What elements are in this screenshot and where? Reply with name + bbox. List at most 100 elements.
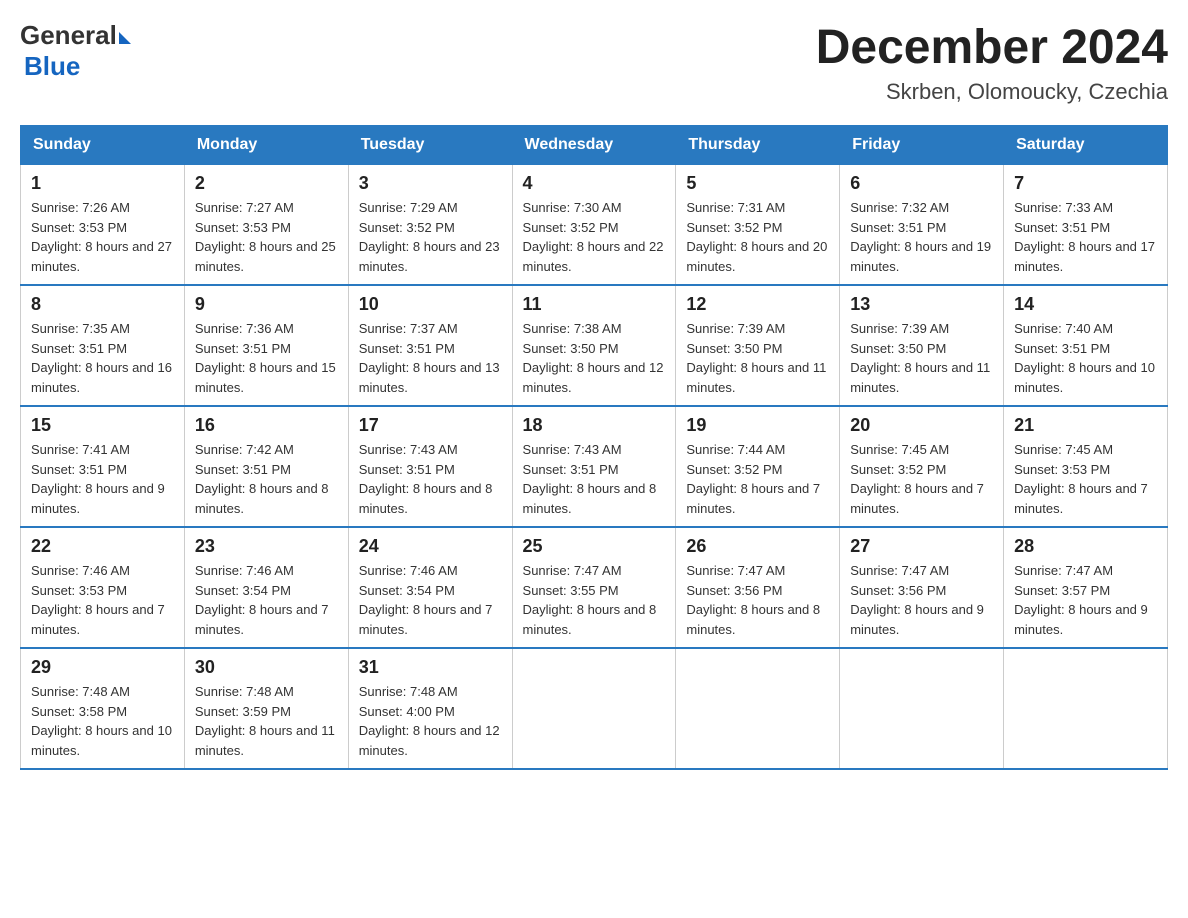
- day-info: Sunrise: 7:40 AM Sunset: 3:51 PM Dayligh…: [1014, 319, 1157, 397]
- day-info: Sunrise: 7:38 AM Sunset: 3:50 PM Dayligh…: [523, 319, 666, 397]
- logo-triangle-icon: [119, 32, 131, 44]
- day-info: Sunrise: 7:26 AM Sunset: 3:53 PM Dayligh…: [31, 198, 174, 276]
- day-info: Sunrise: 7:30 AM Sunset: 3:52 PM Dayligh…: [523, 198, 666, 276]
- day-info: Sunrise: 7:48 AM Sunset: 4:00 PM Dayligh…: [359, 682, 502, 760]
- calendar-cell: 10 Sunrise: 7:37 AM Sunset: 3:51 PM Dayl…: [348, 285, 512, 406]
- day-info: Sunrise: 7:29 AM Sunset: 3:52 PM Dayligh…: [359, 198, 502, 276]
- calendar-cell: 2 Sunrise: 7:27 AM Sunset: 3:53 PM Dayli…: [184, 165, 348, 286]
- calendar-cell: 25 Sunrise: 7:47 AM Sunset: 3:55 PM Dayl…: [512, 527, 676, 648]
- day-number: 11: [523, 294, 666, 315]
- day-number: 21: [1014, 415, 1157, 436]
- calendar-cell: 21 Sunrise: 7:45 AM Sunset: 3:53 PM Dayl…: [1004, 406, 1168, 527]
- logo-general-text: General: [20, 20, 117, 51]
- day-info: Sunrise: 7:27 AM Sunset: 3:53 PM Dayligh…: [195, 198, 338, 276]
- location-text: Skrben, Olomoucky, Czechia: [816, 79, 1168, 105]
- day-info: Sunrise: 7:46 AM Sunset: 3:53 PM Dayligh…: [31, 561, 174, 639]
- day-number: 7: [1014, 173, 1157, 194]
- calendar-cell: 12 Sunrise: 7:39 AM Sunset: 3:50 PM Dayl…: [676, 285, 840, 406]
- days-of-week-row: SundayMondayTuesdayWednesdayThursdayFrid…: [21, 126, 1168, 165]
- day-number: 10: [359, 294, 502, 315]
- day-number: 9: [195, 294, 338, 315]
- week-row-5: 29 Sunrise: 7:48 AM Sunset: 3:58 PM Dayl…: [21, 648, 1168, 769]
- calendar-cell: 17 Sunrise: 7:43 AM Sunset: 3:51 PM Dayl…: [348, 406, 512, 527]
- calendar-cell: [840, 648, 1004, 769]
- calendar-body: 1 Sunrise: 7:26 AM Sunset: 3:53 PM Dayli…: [21, 165, 1168, 770]
- day-number: 5: [686, 173, 829, 194]
- col-header-tuesday: Tuesday: [348, 126, 512, 165]
- day-number: 4: [523, 173, 666, 194]
- day-info: Sunrise: 7:37 AM Sunset: 3:51 PM Dayligh…: [359, 319, 502, 397]
- day-number: 26: [686, 536, 829, 557]
- day-info: Sunrise: 7:42 AM Sunset: 3:51 PM Dayligh…: [195, 440, 338, 518]
- day-info: Sunrise: 7:47 AM Sunset: 3:55 PM Dayligh…: [523, 561, 666, 639]
- week-row-3: 15 Sunrise: 7:41 AM Sunset: 3:51 PM Dayl…: [21, 406, 1168, 527]
- calendar-cell: 11 Sunrise: 7:38 AM Sunset: 3:50 PM Dayl…: [512, 285, 676, 406]
- day-info: Sunrise: 7:32 AM Sunset: 3:51 PM Dayligh…: [850, 198, 993, 276]
- calendar-cell: 28 Sunrise: 7:47 AM Sunset: 3:57 PM Dayl…: [1004, 527, 1168, 648]
- day-info: Sunrise: 7:47 AM Sunset: 3:56 PM Dayligh…: [686, 561, 829, 639]
- col-header-friday: Friday: [840, 126, 1004, 165]
- week-row-1: 1 Sunrise: 7:26 AM Sunset: 3:53 PM Dayli…: [21, 165, 1168, 286]
- calendar-cell: [676, 648, 840, 769]
- day-info: Sunrise: 7:45 AM Sunset: 3:52 PM Dayligh…: [850, 440, 993, 518]
- calendar-cell: 14 Sunrise: 7:40 AM Sunset: 3:51 PM Dayl…: [1004, 285, 1168, 406]
- calendar-cell: 20 Sunrise: 7:45 AM Sunset: 3:52 PM Dayl…: [840, 406, 1004, 527]
- day-info: Sunrise: 7:31 AM Sunset: 3:52 PM Dayligh…: [686, 198, 829, 276]
- calendar-table: SundayMondayTuesdayWednesdayThursdayFrid…: [20, 125, 1168, 770]
- calendar-cell: 4 Sunrise: 7:30 AM Sunset: 3:52 PM Dayli…: [512, 165, 676, 286]
- day-number: 27: [850, 536, 993, 557]
- day-info: Sunrise: 7:47 AM Sunset: 3:56 PM Dayligh…: [850, 561, 993, 639]
- col-header-wednesday: Wednesday: [512, 126, 676, 165]
- calendar-cell: 19 Sunrise: 7:44 AM Sunset: 3:52 PM Dayl…: [676, 406, 840, 527]
- day-number: 3: [359, 173, 502, 194]
- day-number: 18: [523, 415, 666, 436]
- day-info: Sunrise: 7:39 AM Sunset: 3:50 PM Dayligh…: [850, 319, 993, 397]
- day-number: 22: [31, 536, 174, 557]
- day-info: Sunrise: 7:33 AM Sunset: 3:51 PM Dayligh…: [1014, 198, 1157, 276]
- day-number: 20: [850, 415, 993, 436]
- calendar-cell: 8 Sunrise: 7:35 AM Sunset: 3:51 PM Dayli…: [21, 285, 185, 406]
- calendar-cell: 9 Sunrise: 7:36 AM Sunset: 3:51 PM Dayli…: [184, 285, 348, 406]
- month-title: December 2024: [816, 20, 1168, 75]
- day-number: 14: [1014, 294, 1157, 315]
- col-header-monday: Monday: [184, 126, 348, 165]
- day-info: Sunrise: 7:45 AM Sunset: 3:53 PM Dayligh…: [1014, 440, 1157, 518]
- day-number: 2: [195, 173, 338, 194]
- day-info: Sunrise: 7:47 AM Sunset: 3:57 PM Dayligh…: [1014, 561, 1157, 639]
- day-info: Sunrise: 7:36 AM Sunset: 3:51 PM Dayligh…: [195, 319, 338, 397]
- day-number: 30: [195, 657, 338, 678]
- day-number: 28: [1014, 536, 1157, 557]
- week-row-2: 8 Sunrise: 7:35 AM Sunset: 3:51 PM Dayli…: [21, 285, 1168, 406]
- calendar-cell: 31 Sunrise: 7:48 AM Sunset: 4:00 PM Dayl…: [348, 648, 512, 769]
- title-section: December 2024 Skrben, Olomoucky, Czechia: [816, 20, 1168, 105]
- calendar-cell: 18 Sunrise: 7:43 AM Sunset: 3:51 PM Dayl…: [512, 406, 676, 527]
- day-number: 13: [850, 294, 993, 315]
- day-number: 25: [523, 536, 666, 557]
- calendar-header: SundayMondayTuesdayWednesdayThursdayFrid…: [21, 126, 1168, 165]
- day-info: Sunrise: 7:41 AM Sunset: 3:51 PM Dayligh…: [31, 440, 174, 518]
- day-info: Sunrise: 7:35 AM Sunset: 3:51 PM Dayligh…: [31, 319, 174, 397]
- calendar-cell: 3 Sunrise: 7:29 AM Sunset: 3:52 PM Dayli…: [348, 165, 512, 286]
- day-number: 23: [195, 536, 338, 557]
- calendar-cell: 5 Sunrise: 7:31 AM Sunset: 3:52 PM Dayli…: [676, 165, 840, 286]
- day-info: Sunrise: 7:43 AM Sunset: 3:51 PM Dayligh…: [523, 440, 666, 518]
- calendar-cell: 30 Sunrise: 7:48 AM Sunset: 3:59 PM Dayl…: [184, 648, 348, 769]
- col-header-thursday: Thursday: [676, 126, 840, 165]
- day-info: Sunrise: 7:48 AM Sunset: 3:58 PM Dayligh…: [31, 682, 174, 760]
- day-number: 1: [31, 173, 174, 194]
- calendar-cell: 29 Sunrise: 7:48 AM Sunset: 3:58 PM Dayl…: [21, 648, 185, 769]
- day-info: Sunrise: 7:44 AM Sunset: 3:52 PM Dayligh…: [686, 440, 829, 518]
- day-number: 29: [31, 657, 174, 678]
- calendar-cell: [512, 648, 676, 769]
- page-header: General Blue December 2024 Skrben, Olomo…: [20, 20, 1168, 105]
- calendar-cell: 24 Sunrise: 7:46 AM Sunset: 3:54 PM Dayl…: [348, 527, 512, 648]
- calendar-cell: 6 Sunrise: 7:32 AM Sunset: 3:51 PM Dayli…: [840, 165, 1004, 286]
- day-number: 8: [31, 294, 174, 315]
- calendar-cell: 7 Sunrise: 7:33 AM Sunset: 3:51 PM Dayli…: [1004, 165, 1168, 286]
- calendar-cell: 16 Sunrise: 7:42 AM Sunset: 3:51 PM Dayl…: [184, 406, 348, 527]
- week-row-4: 22 Sunrise: 7:46 AM Sunset: 3:53 PM Dayl…: [21, 527, 1168, 648]
- day-number: 17: [359, 415, 502, 436]
- col-header-sunday: Sunday: [21, 126, 185, 165]
- day-number: 12: [686, 294, 829, 315]
- day-number: 6: [850, 173, 993, 194]
